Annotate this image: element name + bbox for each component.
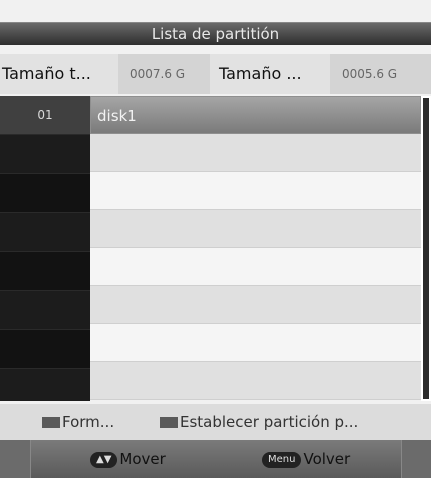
total-size-value: 0007.6 G: [130, 67, 186, 81]
free-size-value: 0005.6 G: [342, 67, 398, 81]
set-partition-hint-label: Establecer partición p...: [180, 413, 359, 431]
list-item-number: [0, 330, 90, 369]
scrollbar[interactable]: [421, 96, 431, 401]
list-item-selected[interactable]: disk1: [90, 96, 421, 134]
list-item[interactable]: [90, 362, 421, 400]
format-hint[interactable]: Form...: [42, 404, 114, 440]
footer-endcap-right: [401, 440, 431, 478]
color-key-icon: [160, 417, 178, 428]
list-item[interactable]: [90, 324, 421, 362]
list-item-number: [0, 213, 90, 252]
list-item[interactable]: [90, 248, 421, 286]
move-hint: ▲▼ Mover: [90, 440, 166, 478]
back-hint[interactable]: Menu Volver: [262, 440, 350, 478]
move-label: Mover: [119, 450, 166, 468]
list-item-number: 01: [0, 96, 90, 135]
number-column: 01: [0, 96, 90, 408]
arrow-keys-icon: ▲▼: [90, 451, 118, 468]
color-key-icon: [42, 417, 60, 428]
window-title: Lista de partitión: [151, 25, 280, 43]
total-size-label: Tamaño t...: [2, 64, 91, 83]
set-partition-hint[interactable]: Establecer partición p...: [160, 404, 358, 440]
back-label: Volver: [303, 450, 351, 468]
list-item-number: [0, 135, 90, 174]
menu-key-icon: Menu: [262, 451, 302, 468]
footer-endcap-left: [0, 440, 31, 478]
format-hint-label: Form...: [62, 413, 115, 431]
list-item-number: [0, 174, 90, 213]
title-bar: Lista de partitión: [0, 22, 431, 45]
footer-bar: ▲▼ Mover Menu Volver: [0, 440, 431, 478]
list-item-number: [0, 252, 90, 291]
free-size-label: Tamaño ...: [219, 64, 302, 83]
list-item-number: [0, 369, 90, 408]
action-hints: Form... Establecer partición p...: [0, 404, 431, 440]
partition-list: 01 disk1: [0, 96, 431, 408]
size-info-row: Tamaño t... 0007.6 G Tamaño ... 0005.6 G: [0, 54, 431, 94]
list-item[interactable]: [90, 172, 421, 210]
list-item[interactable]: [90, 134, 421, 172]
list-item[interactable]: [90, 286, 421, 324]
list-item-number: [0, 291, 90, 330]
list-item[interactable]: [90, 210, 421, 248]
partition-rows: disk1: [90, 96, 421, 400]
partition-list-screen: Lista de partitión Tamaño t... 0007.6 G …: [0, 0, 431, 478]
scrollbar-thumb[interactable]: [423, 98, 429, 399]
